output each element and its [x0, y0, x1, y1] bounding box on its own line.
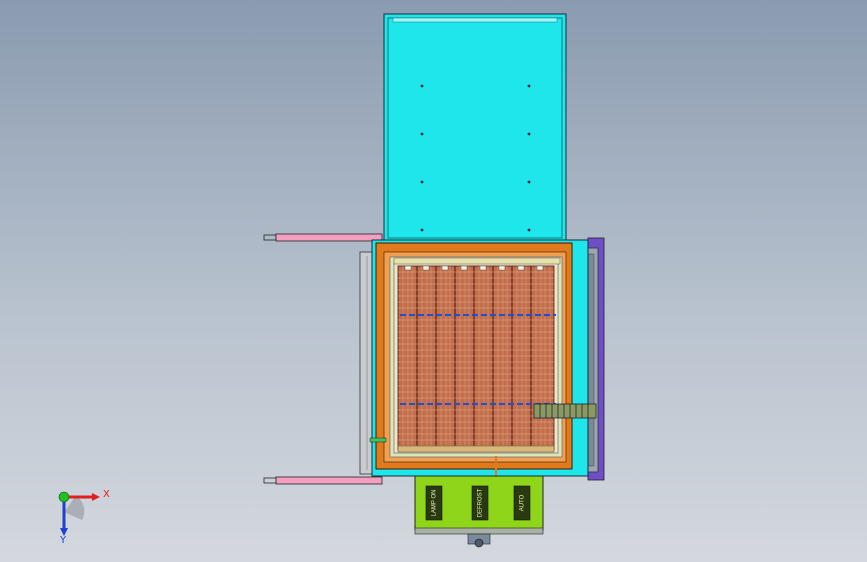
panel-lamp[interactable]: LAMP ON	[425, 485, 443, 521]
cad-viewport[interactable]: LAMP ON DEFROST AUTO X Y	[0, 0, 867, 562]
tilt-gear	[533, 403, 597, 419]
egg-rack	[397, 265, 556, 453]
panel-auto[interactable]: AUTO	[513, 485, 531, 521]
top-rail	[393, 257, 561, 265]
handle-bottom[interactable]	[263, 476, 383, 485]
panel-defrost[interactable]: DEFROST	[471, 485, 489, 521]
z-axis-dot	[58, 491, 70, 503]
panel-defrost-label: DEFROST	[478, 488, 484, 517]
lid-panel[interactable]	[383, 13, 567, 243]
x-axis-label: X	[103, 489, 110, 500]
panel-auto-label: AUTO	[520, 494, 526, 511]
y-axis-label: Y	[59, 535, 67, 546]
left-tab	[369, 437, 387, 443]
handle-top[interactable]	[263, 233, 383, 242]
coordinate-triad: X Y	[58, 489, 110, 546]
panel-lamp-label: LAMP ON	[432, 490, 438, 517]
